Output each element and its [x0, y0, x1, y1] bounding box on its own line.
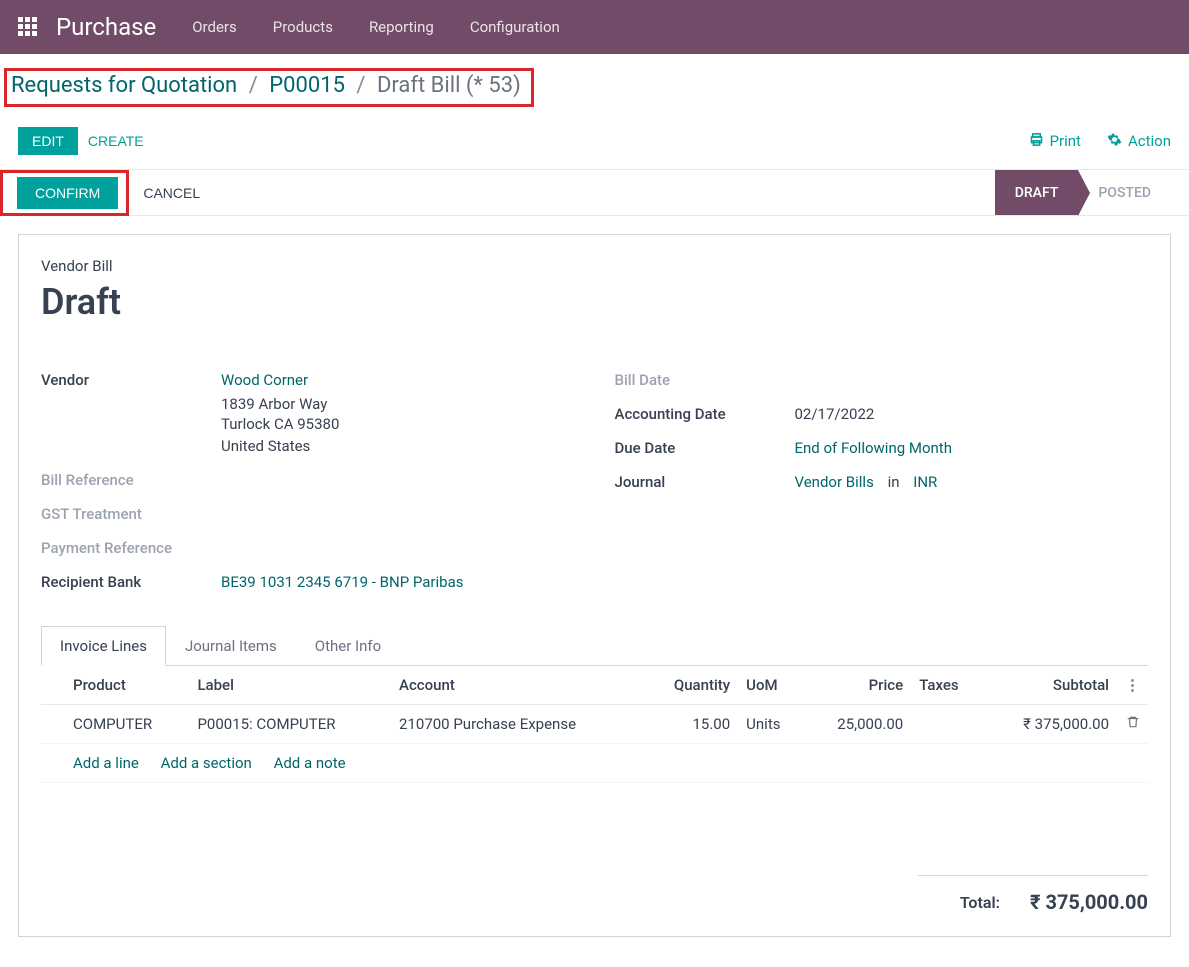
breadcrumb-sep: / [356, 73, 365, 98]
form-right-column: Bill Date Accounting Date 02/17/2022 Due… [615, 363, 1149, 599]
journal-in: in [888, 473, 900, 491]
action-label: Action [1128, 132, 1171, 150]
print-label: Print [1050, 132, 1081, 150]
vendor-label: Vendor [41, 371, 221, 455]
print-icon [1029, 132, 1044, 151]
gst-treatment-label: GST Treatment [41, 505, 221, 523]
col-product: Product [65, 666, 189, 705]
menu-configuration[interactable]: Configuration [470, 18, 560, 36]
edit-button[interactable]: EDIT [18, 127, 78, 155]
journal-value[interactable]: Vendor Bills [795, 473, 874, 491]
menu-reporting[interactable]: Reporting [369, 18, 434, 36]
action-bar: EDIT CREATE Print Action [0, 111, 1189, 169]
col-taxes: Taxes [911, 666, 984, 705]
form-sheet: Vendor Bill Draft Vendor Wood Corner 183… [18, 234, 1171, 937]
breadcrumb-mid[interactable]: P00015 [269, 73, 345, 98]
tab-journal-items[interactable]: Journal Items [166, 626, 296, 666]
payment-reference-label: Payment Reference [41, 539, 221, 557]
breadcrumb: Requests for Quotation / P00015 / Draft … [11, 73, 521, 98]
create-button[interactable]: CREATE [88, 133, 144, 149]
cell-label: P00015: COMPUTER [189, 705, 391, 744]
breadcrumb-area: Requests for Quotation / P00015 / Draft … [0, 54, 1189, 111]
column-options-icon[interactable]: ⋮ [1125, 676, 1140, 694]
total-label: Total: [960, 893, 1000, 912]
add-note-link[interactable]: Add a note [274, 754, 346, 772]
col-price: Price [804, 666, 911, 705]
journal-label: Journal [615, 473, 795, 491]
col-label: Label [189, 666, 391, 705]
col-account: Account [391, 666, 644, 705]
recipient-bank-value[interactable]: BE39 1031 2345 6719 - BNP Paribas [221, 573, 575, 591]
vendor-name[interactable]: Wood Corner [221, 371, 575, 389]
cell-product: COMPUTER [65, 705, 189, 744]
stage-posted[interactable]: POSTED [1078, 170, 1171, 215]
menu-orders[interactable]: Orders [192, 18, 237, 36]
vendor-address-line2: Turlock CA 95380 [221, 415, 575, 433]
status-bar: CONFIRM CANCEL DRAFT POSTED [0, 169, 1189, 216]
cell-account: 210700 Purchase Expense [391, 705, 644, 744]
cell-quantity: 15.00 [644, 705, 739, 744]
accounting-date-value: 02/17/2022 [795, 405, 1149, 423]
bill-date-label: Bill Date [615, 371, 795, 389]
print-button[interactable]: Print [1029, 132, 1081, 151]
cancel-button[interactable]: CANCEL [143, 185, 200, 201]
tab-invoice-lines[interactable]: Invoice Lines [41, 626, 166, 666]
menu-products[interactable]: Products [273, 18, 333, 36]
vendor-address-line3: United States [221, 437, 575, 455]
due-date-value[interactable]: End of Following Month [795, 439, 1149, 457]
col-uom: UoM [738, 666, 804, 705]
accounting-date-label: Accounting Date [615, 405, 795, 423]
apps-icon[interactable] [18, 17, 38, 37]
payment-reference-value [221, 539, 575, 557]
cell-price: 25,000.00 [804, 705, 911, 744]
col-quantity: Quantity [644, 666, 739, 705]
total-value: ₹ 375,000.00 [1030, 890, 1148, 914]
cell-subtotal: ₹ 375,000.00 [984, 705, 1117, 744]
top-nav: Purchase Orders Products Reporting Confi… [0, 0, 1189, 54]
stage-draft[interactable]: DRAFT [995, 170, 1079, 215]
bill-reference-value [221, 471, 575, 489]
gst-treatment-value [221, 505, 575, 523]
confirm-button[interactable]: CONFIRM [17, 177, 118, 209]
bill-date-value [795, 371, 1149, 389]
action-dropdown[interactable]: Action [1107, 132, 1171, 151]
breadcrumb-root[interactable]: Requests for Quotation [11, 73, 237, 98]
add-section-link[interactable]: Add a section [161, 754, 252, 772]
gear-icon [1107, 132, 1122, 151]
tabs: Invoice Lines Journal Items Other Info [41, 625, 1148, 666]
invoice-lines-table: Product Label Account Quantity UoM Price… [41, 666, 1148, 783]
recipient-bank-label: Recipient Bank [41, 573, 221, 591]
app-brand[interactable]: Purchase [56, 13, 156, 41]
table-row[interactable]: COMPUTER P00015: COMPUTER 210700 Purchas… [41, 705, 1148, 744]
breadcrumb-current: Draft Bill (* 53) [377, 73, 521, 98]
cell-uom: Units [738, 705, 804, 744]
add-line-link[interactable]: Add a line [73, 754, 139, 772]
tab-other-info[interactable]: Other Info [296, 626, 400, 666]
breadcrumb-sep: / [249, 73, 258, 98]
journal-currency[interactable]: INR [913, 473, 937, 491]
doc-type-label: Vendor Bill [41, 257, 1148, 275]
totals-area: Total: ₹ 375,000.00 [41, 863, 1148, 914]
due-date-label: Due Date [615, 439, 795, 457]
bill-reference-label: Bill Reference [41, 471, 221, 489]
vendor-address-line1: 1839 Arbor Way [221, 395, 575, 413]
doc-status: Draft [41, 281, 1148, 323]
col-subtotal: Subtotal [984, 666, 1117, 705]
status-stages: DRAFT POSTED [995, 170, 1171, 215]
cell-taxes [911, 705, 984, 744]
delete-row-icon[interactable] [1126, 715, 1140, 733]
form-left-column: Vendor Wood Corner 1839 Arbor Way Turloc… [41, 363, 575, 599]
